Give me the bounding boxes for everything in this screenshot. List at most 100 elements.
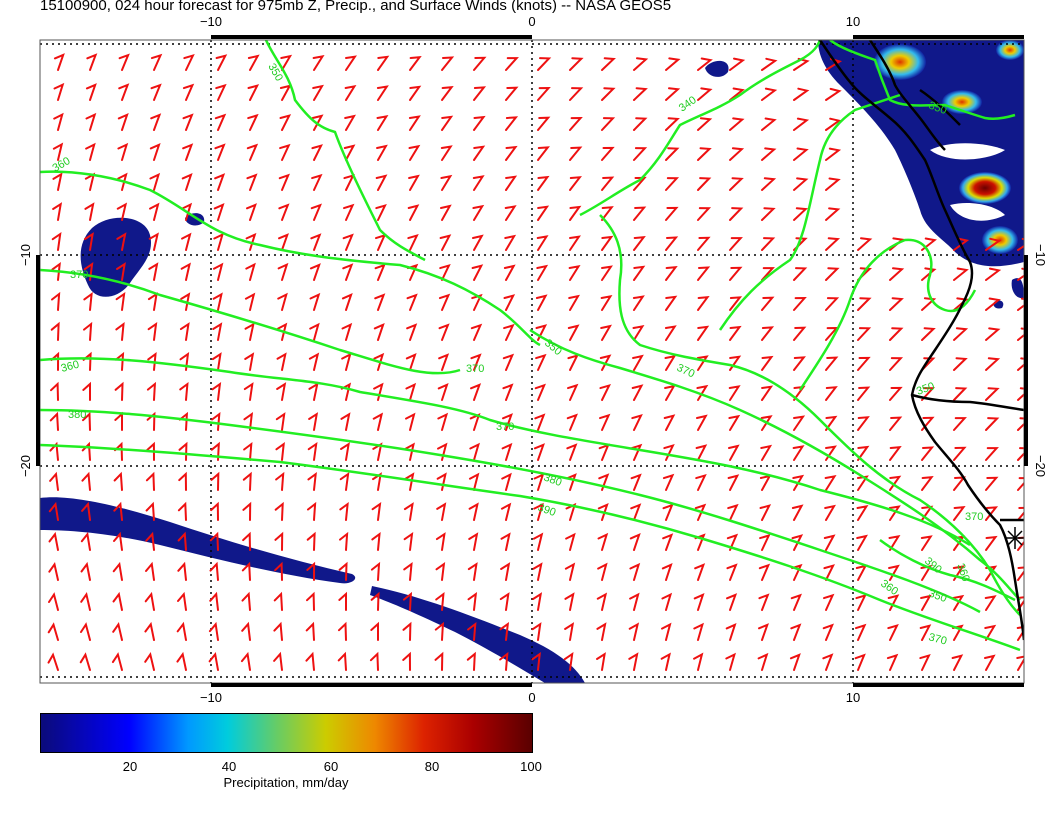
wind-barb — [440, 174, 453, 191]
wind-barb — [569, 57, 584, 71]
wind-barb — [183, 54, 195, 71]
wind-barb — [921, 476, 934, 491]
wind-barb — [793, 267, 808, 281]
wind-barb — [374, 293, 386, 311]
wind-barb — [49, 471, 59, 491]
right-tick-labels: −10 −20 — [1033, 244, 1048, 477]
top-tick-labels: −10 0 10 — [200, 14, 860, 29]
wind-barb — [370, 561, 381, 581]
wind-barb — [80, 531, 91, 551]
wind-barb — [791, 504, 804, 521]
wind-barb — [179, 381, 189, 401]
wind-barb — [825, 356, 839, 371]
wind-barb — [599, 384, 611, 401]
wind-barb — [758, 593, 770, 611]
wind-barb — [761, 385, 774, 401]
wind-barb — [790, 593, 802, 611]
wind-barb — [472, 204, 485, 221]
wind-barb — [81, 471, 91, 491]
wind-barb — [505, 145, 518, 161]
wind-barb — [726, 593, 738, 611]
wind-barb — [279, 114, 292, 131]
wind-barb — [246, 143, 259, 161]
contour-line — [599, 214, 1021, 616]
wind-barb — [178, 471, 187, 491]
wind-barb — [150, 113, 162, 131]
wind-barb — [273, 651, 283, 671]
wind-barb — [146, 381, 157, 401]
wind-barb — [405, 382, 417, 401]
wind-barb — [663, 414, 676, 431]
wind-barb — [212, 292, 223, 311]
wind-barb — [114, 381, 124, 401]
wind-barb — [212, 262, 224, 281]
wind-barb — [307, 442, 318, 461]
wind-barb — [472, 234, 484, 251]
wind-barb — [441, 56, 455, 71]
wind-barb — [598, 443, 610, 461]
wind-barb — [471, 264, 484, 281]
wind-barb — [408, 115, 421, 131]
wind-barb — [500, 532, 511, 551]
wind-barb — [855, 594, 867, 611]
wind-barb — [403, 502, 414, 521]
wind-barb — [244, 322, 255, 341]
contour-label: 350 — [915, 380, 936, 398]
wind-barb — [537, 57, 552, 71]
wind-barb — [437, 382, 449, 401]
wind-barb — [629, 592, 640, 611]
colorbar-tick: 60 — [323, 759, 339, 774]
wind-barb — [662, 533, 674, 551]
tick-label: −20 — [1033, 455, 1048, 477]
wind-barb — [696, 414, 708, 431]
wind-barb — [369, 651, 379, 671]
wind-barb — [825, 207, 841, 221]
contour-line — [264, 40, 426, 262]
wind-barb — [695, 474, 707, 491]
wind-barb — [114, 351, 125, 371]
wind-barb — [985, 417, 1000, 431]
wind-barb — [437, 442, 448, 461]
wind-barb — [793, 326, 807, 341]
precip-band-south — [370, 586, 585, 683]
wind-barb — [210, 501, 219, 521]
wind-barb — [1017, 536, 1024, 551]
wind-barb — [276, 352, 287, 371]
wind-barb — [857, 297, 872, 311]
wind-barb — [824, 504, 836, 521]
wind-barb — [569, 146, 583, 161]
wind-barb — [84, 172, 96, 191]
wind-barb — [761, 87, 778, 101]
wind-barb — [664, 354, 677, 371]
wind-barb — [664, 384, 676, 401]
contour-label: 380 — [542, 472, 563, 490]
contour-line — [879, 538, 1016, 602]
wind-barb — [628, 622, 640, 641]
wind-barb — [761, 355, 774, 371]
wind-barb — [214, 113, 227, 131]
wind-barb — [307, 501, 317, 521]
wind-barb — [82, 351, 92, 371]
wind-barb — [697, 296, 710, 311]
wind-barb — [273, 621, 283, 641]
wind-barb — [213, 202, 225, 221]
wind-barb — [727, 474, 740, 491]
wind-barb — [889, 386, 903, 401]
contour-line — [718, 93, 901, 331]
wind-barb — [665, 117, 680, 131]
wind-barb — [953, 327, 969, 341]
wind-barb — [1017, 506, 1024, 521]
wind-barb — [178, 441, 188, 461]
wind-barb — [306, 531, 316, 551]
wind-barb — [761, 296, 775, 311]
contour-label: 380 — [68, 409, 86, 421]
wind-barb — [309, 263, 321, 281]
wind-barb — [601, 265, 613, 281]
wind-barb — [728, 414, 741, 431]
wind-barb — [793, 147, 809, 161]
wind-barb — [247, 113, 259, 131]
wind-barb — [180, 262, 191, 281]
wind-barb — [759, 504, 772, 521]
wind-barb — [697, 117, 713, 131]
wind-barb — [278, 233, 289, 251]
